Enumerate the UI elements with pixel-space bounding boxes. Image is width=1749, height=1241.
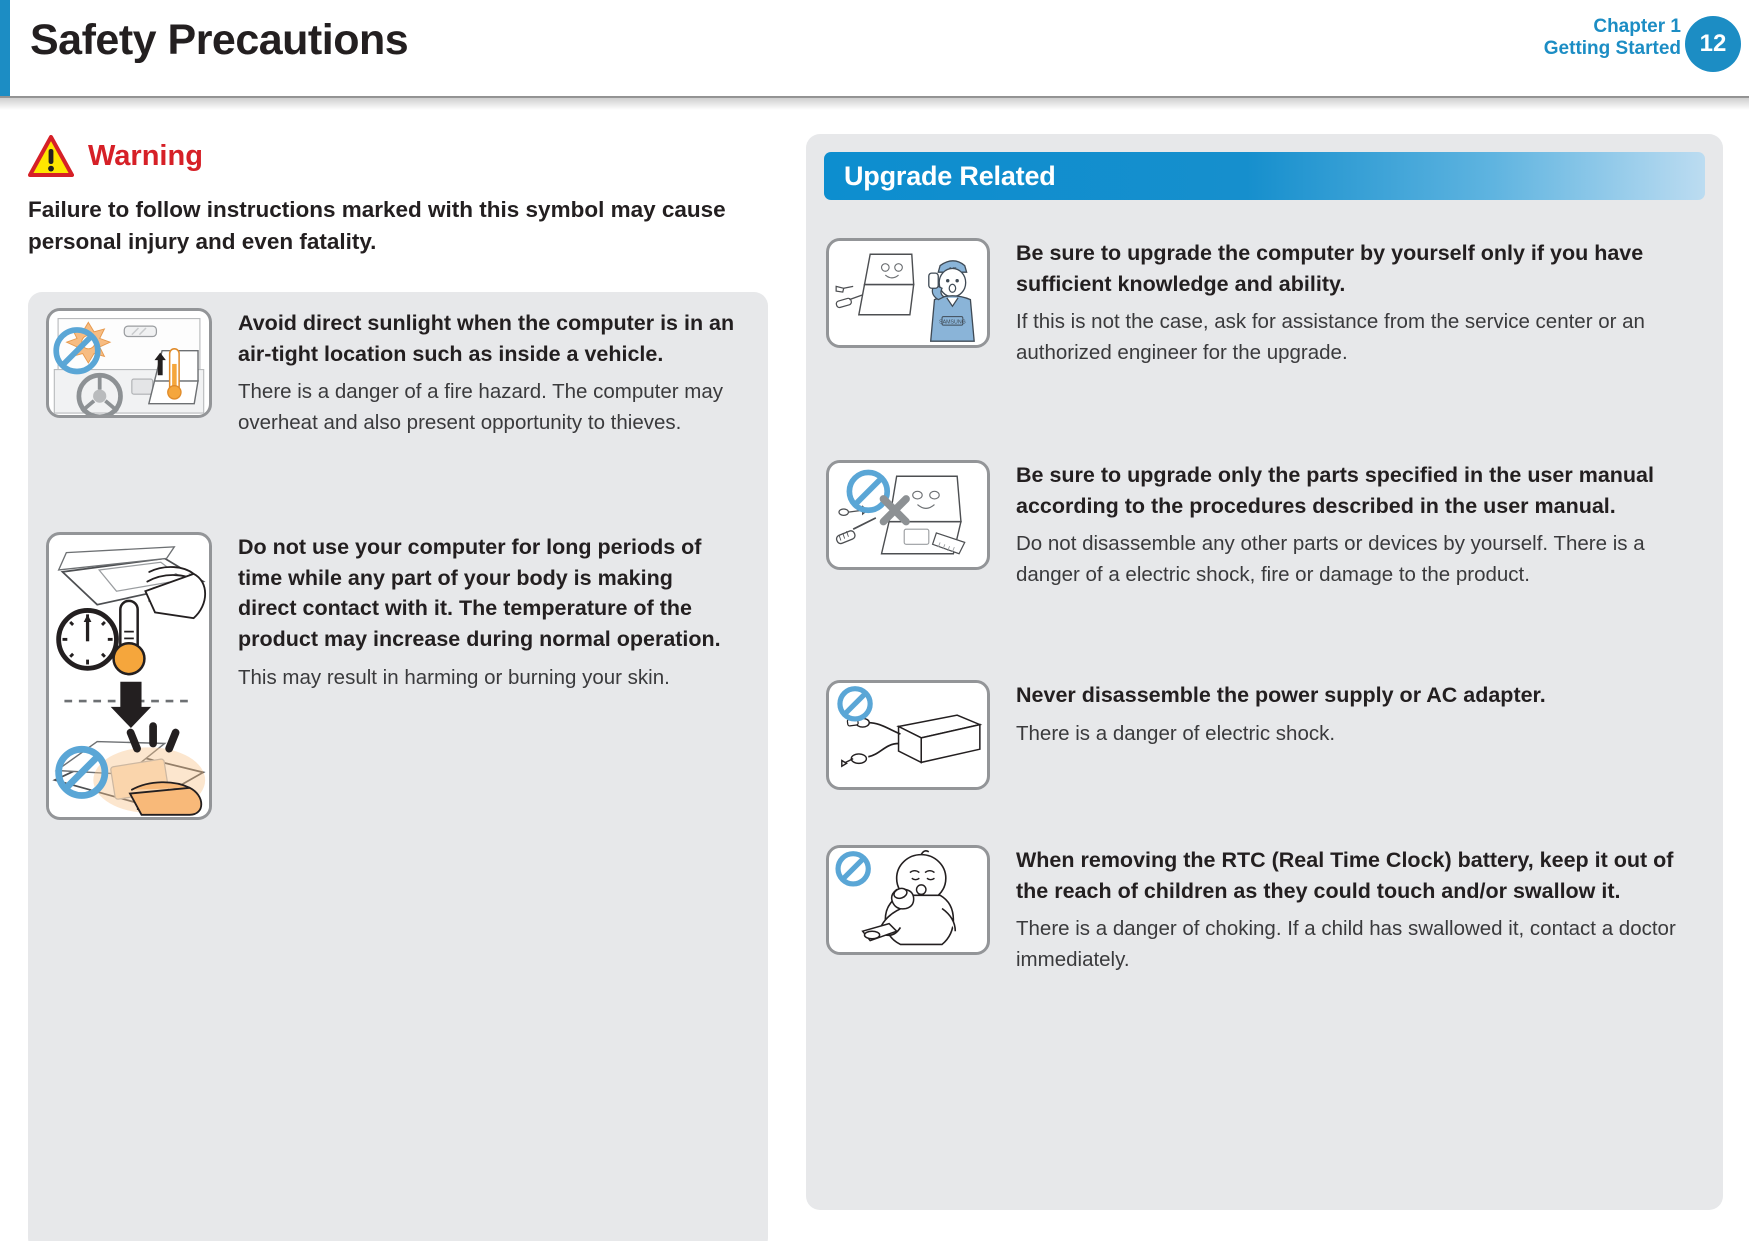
service-engineer-phone-illustration: AS SAMSUNG — [826, 238, 990, 348]
warning-description: Failure to follow instructions marked wi… — [28, 197, 726, 254]
right-item-3-body: Never disassemble the power supply or AC… — [1016, 680, 1706, 790]
right-item-1-body: Be sure to upgrade the computer by yours… — [1016, 238, 1706, 368]
section-header-bar: Upgrade Related — [824, 152, 1705, 200]
car-sunlight-laptop-illustration — [46, 308, 212, 418]
right-item-1: AS SAMSUNG Be sure to upgrade the comput… — [826, 238, 1706, 368]
left-item-2-text: This may result in harming or burning yo… — [238, 665, 670, 689]
header-chapter-block: Chapter 1 Getting Started — [1544, 16, 1681, 61]
svg-text:SAMSUNG: SAMSUNG — [939, 319, 966, 325]
section-label: Getting Started — [1543, 38, 1681, 60]
header-shadow — [0, 96, 1749, 110]
right-item-4-text: There is a danger of choking. If a child… — [1016, 917, 1676, 971]
left-item-1-body: Avoid direct sunlight when the computer … — [238, 308, 748, 438]
left-item-2-body: Do not use your computer for long period… — [238, 532, 728, 693]
right-item-2: Be sure to upgrade only the parts specif… — [826, 460, 1706, 590]
right-item-3-text: There is a danger of electric shock. — [1016, 721, 1336, 745]
right-item-3: Never disassemble the power supply or AC… — [826, 680, 1706, 790]
right-item-4-title: When removing the RTC (Real Time Clock) … — [1016, 848, 1674, 903]
right-item-2-body: Be sure to upgrade only the parts specif… — [1016, 460, 1706, 590]
right-item-2-title: Be sure to upgrade only the parts specif… — [1016, 463, 1654, 518]
right-item-1-title: Be sure to upgrade the computer by yours… — [1016, 241, 1644, 296]
warning-label: Warning — [88, 139, 203, 172]
right-item-3-title: Never disassemble the power supply or AC… — [1016, 683, 1546, 707]
left-item-1-title: Avoid direct sunlight when the computer … — [238, 311, 735, 366]
warning-triangle-icon — [28, 135, 74, 177]
left-item-2-title: Do not use your computer for long period… — [238, 535, 721, 652]
right-item-4-body: When removing the RTC (Real Time Clock) … — [1016, 845, 1706, 975]
page-title: Safety Precautions — [30, 16, 409, 64]
warning-intro-block: Warning Failure to follow instructions m… — [28, 132, 768, 258]
no-child-swallow-battery-illustration — [826, 845, 990, 955]
header-accent-bar — [0, 0, 10, 96]
right-item-2-text: Do not disassemble any other parts or de… — [1016, 532, 1645, 586]
left-item-1-text: There is a danger of a fire hazard. The … — [238, 380, 724, 434]
right-item-4: When removing the RTC (Real Time Clock) … — [826, 845, 1706, 975]
page-number-badge: 12 — [1685, 16, 1741, 72]
page-header: Safety Precautions Chapter 1 Getting Sta… — [0, 0, 1749, 110]
document-page: Safety Precautions Chapter 1 Getting Sta… — [0, 0, 1749, 1241]
right-item-1-text: If this is not the case, ask for assista… — [1016, 310, 1645, 364]
no-disassemble-ac-adapter-illustration — [826, 680, 990, 790]
warning-heading: Warning — [28, 132, 768, 180]
chapter-label: Chapter 1 — [1593, 16, 1681, 37]
section-title: Upgrade Related — [844, 160, 1056, 191]
no-disassemble-laptop-illustration — [826, 460, 990, 570]
hand-on-hot-laptop-illustration — [46, 532, 212, 820]
